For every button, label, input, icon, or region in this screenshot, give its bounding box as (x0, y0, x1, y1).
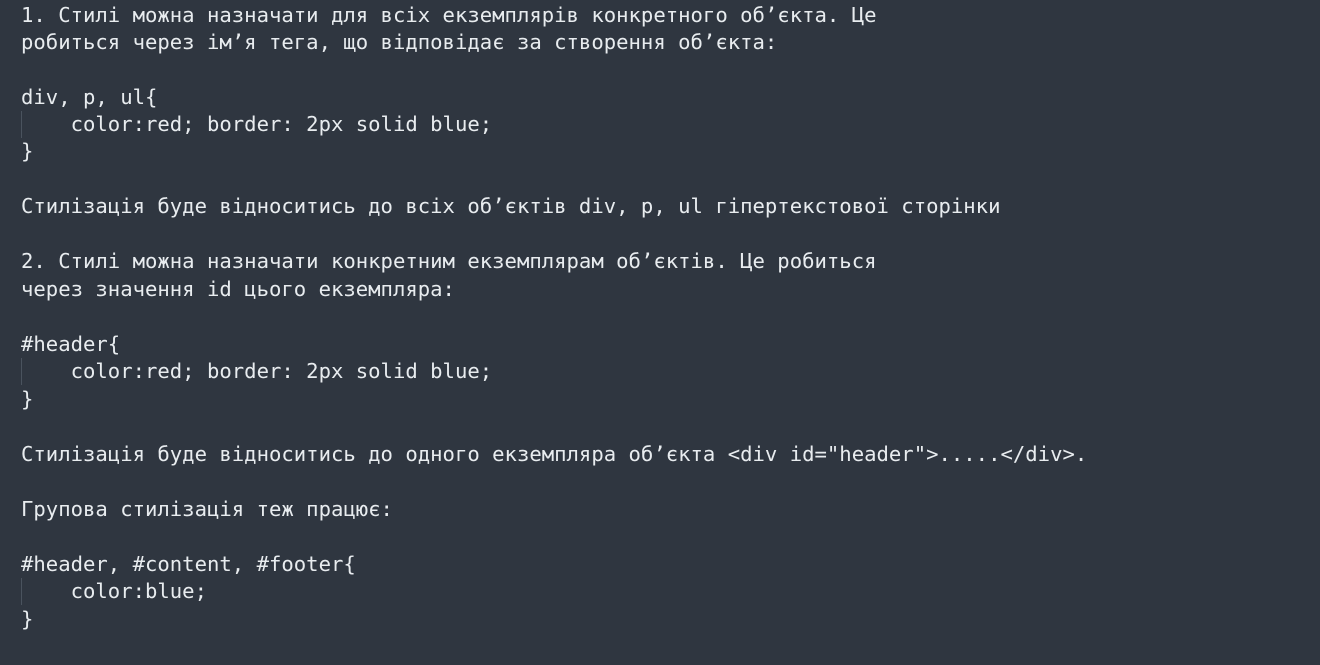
text-line-4: 2. Стилі можна назначати конкретним екзе… (21, 249, 877, 273)
code-line-rule-3: color:blue; (21, 579, 207, 603)
code-editor[interactable]: 1. Стилі можна назначати для всіх екземп… (0, 0, 1320, 665)
code-line-rule-1: color:red; border: 2px solid blue; (21, 112, 493, 136)
code-line-selector-2: #header{ (21, 332, 121, 356)
code-line-selector-3: #header, #content, #footer{ (21, 552, 356, 576)
code-line-close-2: } (21, 387, 34, 411)
code-line-close-3: } (21, 607, 34, 631)
text-line-6: Стилізація буде відноситись до одного ек… (21, 442, 1088, 466)
code-line-rule-2: color:red; border: 2px solid blue; (21, 359, 493, 383)
text-line-5: через значення id цього екземпляра: (21, 277, 455, 301)
code-line-selector-1: div, p, ul{ (21, 85, 158, 109)
text-line-2: робиться через ім’я тега, що відповідає … (21, 30, 778, 54)
text-line-3: Стилізація буде відноситись до всіх об’є… (21, 194, 1001, 218)
text-line-7: Групова стилізація теж працює: (21, 497, 393, 521)
text-line-1: 1. Стилі можна назначати для всіх екземп… (21, 3, 877, 27)
code-line-close-1: } (21, 139, 34, 163)
